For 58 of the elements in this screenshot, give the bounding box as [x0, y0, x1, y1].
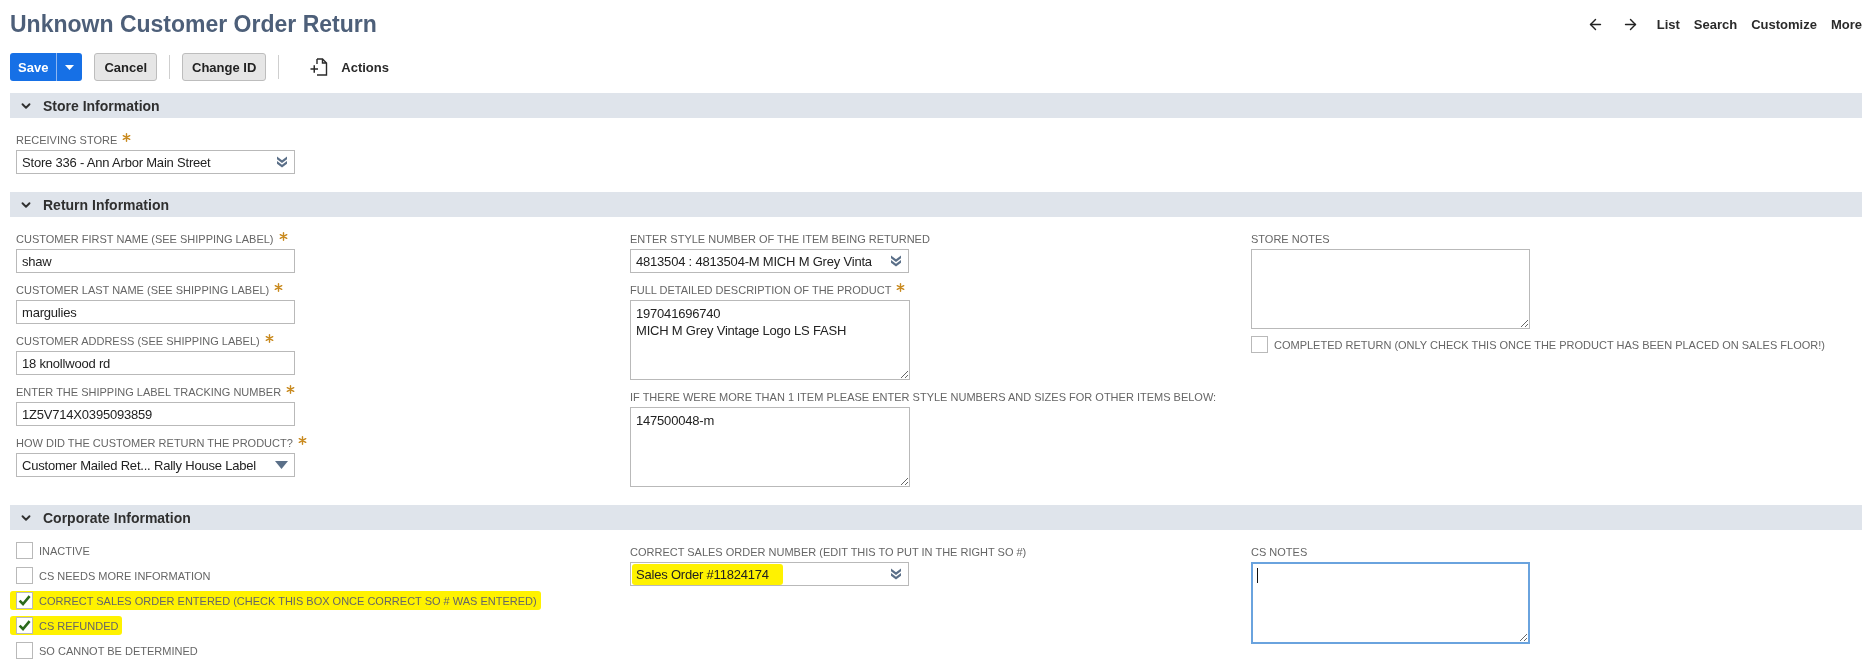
- double-chevron-icon[interactable]: [890, 568, 902, 580]
- section-header[interactable]: Return Information: [10, 192, 1862, 217]
- page-title: Unknown Customer Order Return: [10, 10, 377, 39]
- checkbox-label: INACTIVE: [39, 544, 90, 557]
- checkbox[interactable]: [16, 642, 33, 659]
- text-field[interactable]: shaw: [16, 249, 295, 273]
- dropdown-field[interactable]: Store 336 - Ann Arbor Main Street: [16, 150, 295, 174]
- double-chevron-icon[interactable]: [276, 156, 288, 168]
- double-chevron-icon[interactable]: [890, 255, 902, 267]
- checkbox-label: CS REFUNDED: [39, 619, 119, 632]
- nav-link[interactable]: Search: [1693, 16, 1738, 32]
- section-header[interactable]: Store Information: [10, 93, 1862, 118]
- checkbox[interactable]: [16, 592, 33, 609]
- field-label: ENTER STYLE NUMBER OF THE ITEM BEING RETURNED: [630, 232, 930, 246]
- text-cursor: [1257, 568, 1258, 583]
- field-label: ENTER THE SHIPPING LABEL TRACKING NUMBER: [16, 385, 282, 399]
- field-label: RECEIVING STORE: [16, 133, 118, 147]
- field-label: FULL DETAILED DESCRIPTION OF THE PRODUCT: [630, 283, 892, 297]
- checkbox[interactable]: [16, 617, 33, 634]
- text-area[interactable]: 147500048-m: [630, 407, 910, 487]
- nav-link[interactable]: Customize: [1751, 16, 1817, 32]
- checkbox-label: CS NEEDS MORE INFORMATION: [39, 569, 211, 582]
- checkbox[interactable]: [1251, 336, 1268, 353]
- text-field[interactable]: 1Z5V714X0395093859: [16, 402, 295, 426]
- field-label: HOW DID THE CUSTOMER RETURN THE PRODUCT?: [16, 436, 293, 450]
- toolbar-button[interactable]: Cancel: [94, 53, 157, 81]
- section-header[interactable]: Corporate Information: [10, 505, 1862, 530]
- field-label: IF THERE WERE MORE THAN 1 ITEM PLEASE ENTER STYLE NUMBERS AND SIZES FOR OTHER ITEMS BELOW:: [630, 390, 1217, 404]
- text-area[interactable]: 197041696740 MICH M Grey Vintage Logo LS FASH: [630, 300, 910, 380]
- checkbox-label: COMPLETED RETURN (ONLY CHECK THIS ONCE THE PRODUCT HAS BEEN PLACED ON SALES FLOOR!): [1274, 338, 1825, 351]
- field-label: CORRECT SALES ORDER NUMBER (EDIT THIS TO PUT IN THE RIGHT SO #): [630, 545, 1027, 559]
- field-label: CUSTOMER FIRST NAME (SEE SHIPPING LABEL): [16, 232, 274, 246]
- text-field[interactable]: 18 knollwood rd: [16, 351, 295, 375]
- checkbox[interactable]: [16, 542, 33, 559]
- dropdown-field[interactable]: Customer Mailed Ret... Rally House Label: [16, 453, 295, 477]
- checkbox-label: SO CANNOT BE DETERMINED: [39, 644, 198, 657]
- section-title: Corporate Information: [43, 509, 191, 526]
- field-label: CUSTOMER LAST NAME (SEE SHIPPING LABEL): [16, 283, 270, 297]
- text-field[interactable]: margulies: [16, 300, 295, 324]
- document-plus-icon: [309, 57, 330, 77]
- dropdown-button[interactable]: [56, 53, 83, 81]
- toolbar-button[interactable]: Change ID: [182, 53, 267, 81]
- menu-button[interactable]: Actions: [305, 53, 393, 81]
- dropdown-field[interactable]: Sales Order #11824174: [630, 562, 909, 586]
- primary-button[interactable]: Save: [10, 53, 57, 81]
- field-label: CS NOTES: [1251, 545, 1308, 559]
- checkbox-label: CORRECT SALES ORDER ENTERED (CHECK THIS BOX ONCE CORRECT SO # WAS ENTERED): [39, 594, 537, 607]
- section-title: Return Information: [43, 196, 169, 213]
- field-label: CUSTOMER ADDRESS (SEE SHIPPING LABEL): [16, 334, 260, 348]
- nav-link[interactable]: More: [1830, 16, 1862, 32]
- nav-link[interactable]: List: [1656, 16, 1680, 32]
- dropdown-field[interactable]: 4813504 : 4813504-M MICH M Grey Vinta: [630, 249, 909, 273]
- checkbox[interactable]: [16, 567, 33, 584]
- field-label: STORE NOTES: [1251, 232, 1330, 246]
- caret-icon[interactable]: [275, 461, 288, 469]
- section-title: Store Information: [43, 97, 160, 114]
- text-area[interactable]: [1251, 562, 1530, 644]
- caret-icon: [65, 64, 75, 70]
